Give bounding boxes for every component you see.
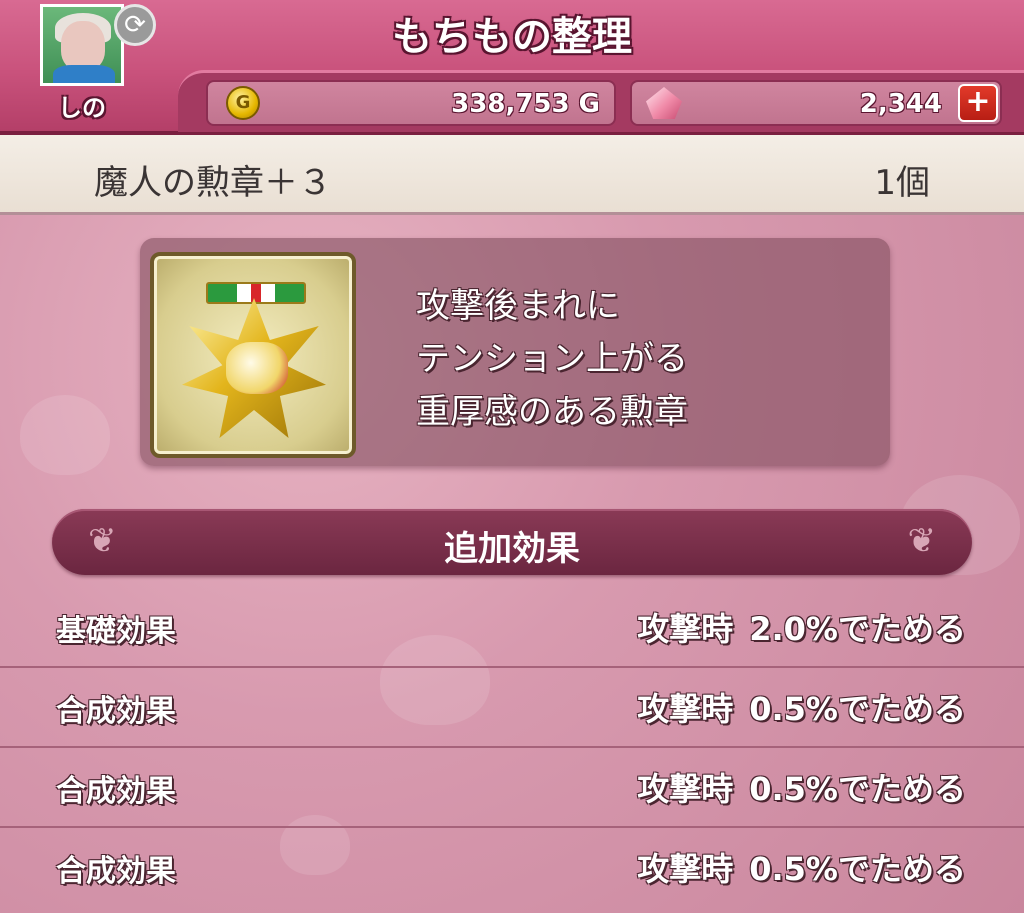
description-line: 重厚感のある勲章 [416, 392, 688, 432]
effect-condition: 攻撃時 [637, 690, 734, 728]
avatar-body [53, 65, 115, 83]
item-count: 1個 [874, 163, 930, 203]
effect-label: 合成効果 [56, 774, 176, 809]
gold-coin-icon: G [226, 86, 260, 120]
item-name: 魔人の勲章＋３ [94, 163, 332, 203]
effect-amount: 2.0%でためる [749, 610, 966, 648]
effect-value: 攻撃時 0.5%でためる [637, 684, 966, 730]
effect-row: 基礎効果 攻撃時 2.0%でためる [0, 588, 1024, 668]
effect-condition: 攻撃時 [637, 850, 734, 888]
item-image-frame [150, 252, 356, 458]
description-line: テンション上がる [416, 339, 688, 379]
effect-label: 基礎効果 [56, 614, 176, 649]
swap-icon[interactable]: ⟳ [114, 4, 156, 46]
additional-effects-header: ❦ 追加効果 ❦ [52, 509, 972, 575]
effect-row: 合成効果 攻撃時 0.5%でためる [0, 828, 1024, 908]
effect-condition: 攻撃時 [637, 770, 734, 808]
plus-icon: + [965, 84, 991, 119]
effect-amount: 0.5%でためる [749, 770, 966, 808]
avatar-face [61, 21, 105, 71]
top-header: もちもの整理 ⟳ しの G 338,753 G 2,344 + [0, 0, 1024, 135]
description-line: 攻撃後まれに [416, 286, 620, 326]
background-slime-pattern [20, 395, 110, 475]
gem-icon [646, 87, 682, 119]
gold-display: G 338,753 G [206, 80, 616, 126]
add-gems-button[interactable]: + [958, 84, 998, 122]
item-description: 攻撃後まれに テンション上がる 重厚感のある勲章 [416, 280, 688, 439]
medal-center [226, 342, 288, 394]
effect-value: 攻撃時 2.0%でためる [637, 604, 966, 650]
effect-amount: 0.5%でためる [749, 850, 966, 888]
effect-value: 攻撃時 0.5%でためる [637, 764, 966, 810]
effect-label: 合成効果 [56, 694, 176, 729]
effect-value: 攻撃時 0.5%でためる [637, 844, 966, 890]
effect-condition: 攻撃時 [637, 610, 734, 648]
gold-amount: 338,753 G [451, 89, 600, 119]
medal-ribbon [206, 282, 306, 304]
player-avatar[interactable] [40, 4, 124, 86]
player-name: しの [58, 94, 106, 122]
item-name-bar: 魔人の勲章＋３ 1個 [0, 135, 1024, 215]
effect-row: 合成効果 攻撃時 0.5%でためる [0, 668, 1024, 748]
effect-label: 合成効果 [56, 854, 176, 889]
gem-display: 2,344 + [630, 80, 1002, 126]
gem-amount: 2,344 [859, 89, 942, 119]
section-title: 追加効果 [444, 529, 580, 569]
effect-row: 合成効果 攻撃時 0.5%でためる [0, 748, 1024, 828]
flourish-icon: ❦ [907, 521, 937, 561]
effect-amount: 0.5%でためる [749, 690, 966, 728]
